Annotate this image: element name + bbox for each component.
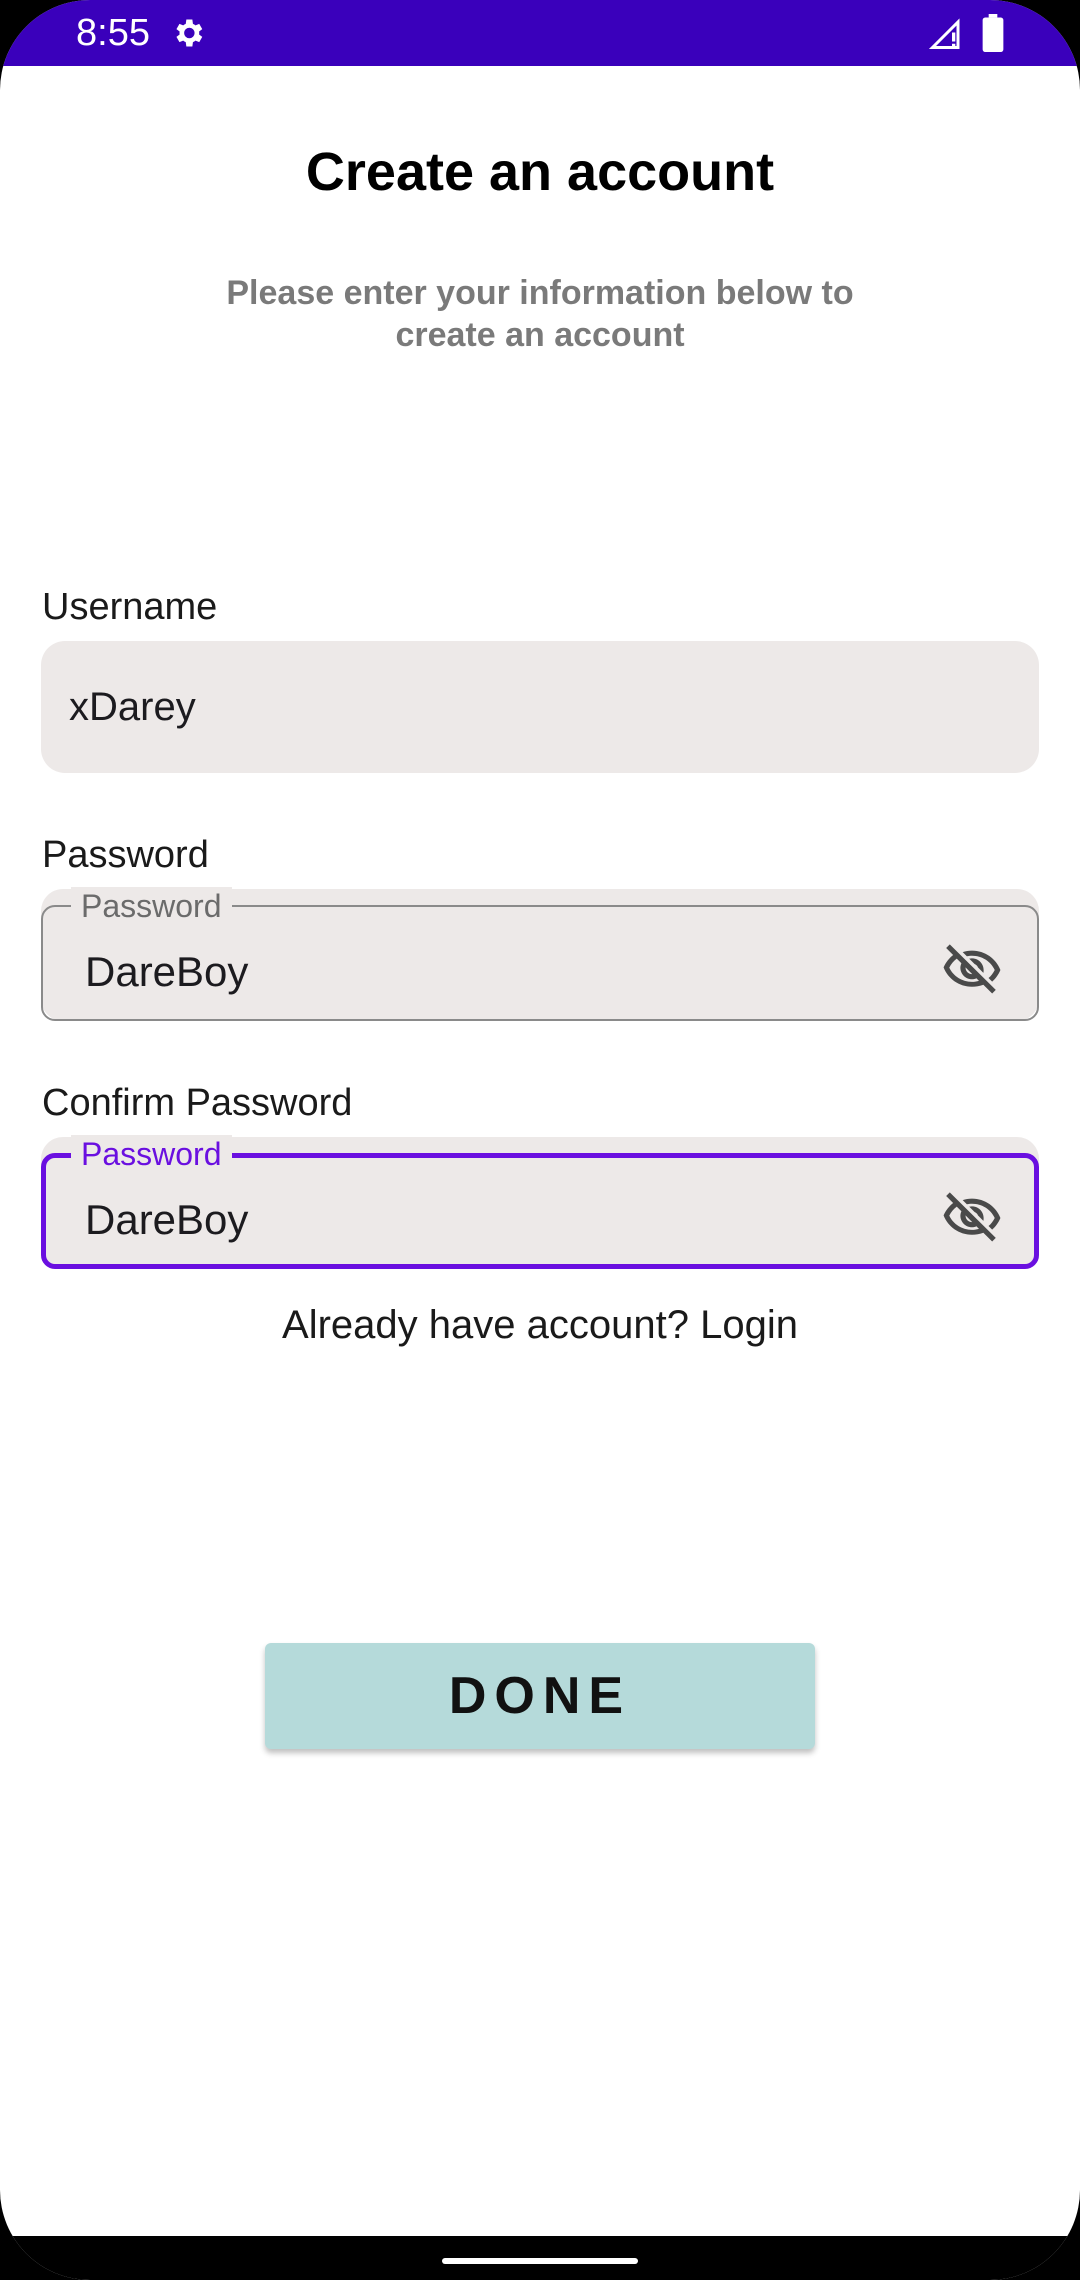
battery-icon xyxy=(982,14,1004,52)
home-indicator[interactable] xyxy=(442,2258,638,2264)
signal-icon xyxy=(928,18,960,49)
status-time: 8:55 xyxy=(76,12,150,54)
done-button[interactable]: DONE xyxy=(265,1643,815,1749)
username-value: xDarey xyxy=(69,685,196,729)
status-bar: 8:55 xyxy=(0,0,1080,66)
login-link[interactable]: Already have account? Login xyxy=(0,1300,1080,1350)
navigation-bar xyxy=(0,2236,1080,2280)
confirm-password-field[interactable]: Password DareBoy xyxy=(41,1135,1039,1269)
eye-off-icon[interactable] xyxy=(941,939,1003,1001)
username-label: Username xyxy=(42,586,218,628)
password-field[interactable]: Password DareBoy xyxy=(41,887,1039,1021)
confirm-password-value: DareBoy xyxy=(85,1196,249,1243)
password-value: DareBoy xyxy=(85,948,249,995)
confirm-password-floating-label: Password xyxy=(71,1135,232,1173)
password-label: Password xyxy=(42,834,209,876)
confirm-password-label: Confirm Password xyxy=(42,1082,353,1124)
page-subtitle: Please enter your information below to c… xyxy=(226,274,854,354)
eye-off-icon[interactable] xyxy=(941,1187,1003,1249)
username-field[interactable]: xDarey xyxy=(41,641,1039,773)
page-title: Create an account xyxy=(305,142,775,202)
gear-icon xyxy=(176,19,203,47)
password-floating-label: Password xyxy=(71,887,232,925)
app-screen: 8:55 Create an account Please enter your… xyxy=(0,0,1080,2280)
